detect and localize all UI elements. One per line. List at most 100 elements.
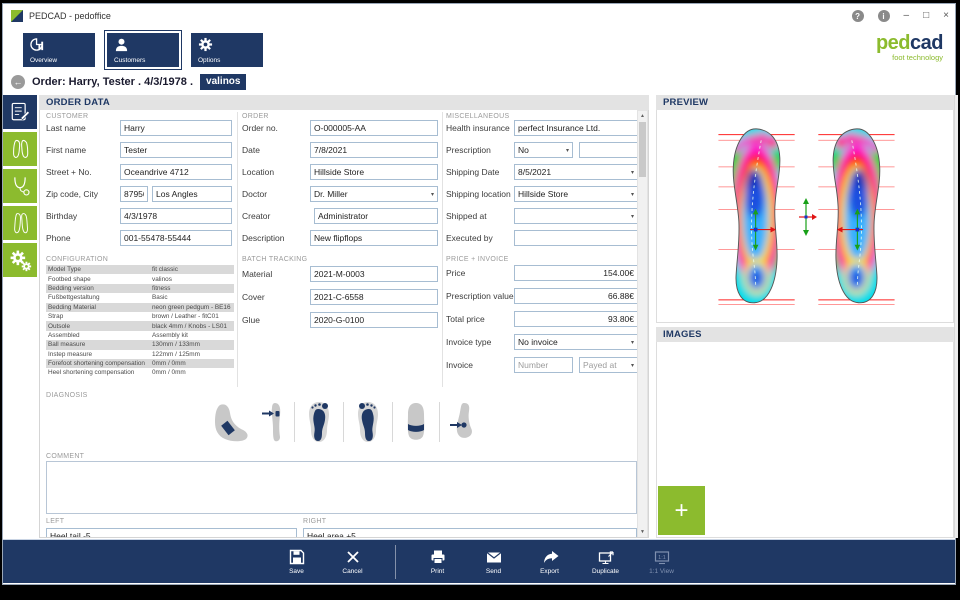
batch-glue-input[interactable] [310, 312, 438, 328]
foot-side-pictogram[interactable] [210, 400, 252, 444]
chevron-down-icon: ▾ [565, 147, 569, 154]
order-scrollbar[interactable]: ▲ ▼ [637, 110, 648, 537]
one-to-one-view-button[interactable]: 1:1 1:1 View [642, 548, 682, 575]
minimize-button[interactable]: – [904, 11, 910, 21]
save-button[interactable]: Save [277, 548, 317, 575]
nav-overview[interactable]: Overview [20, 30, 98, 70]
left-adjustment-input[interactable] [46, 528, 297, 537]
close-button[interactable]: × [943, 11, 949, 21]
footprint-left-pictogram[interactable] [301, 400, 337, 444]
field-label: Material [242, 269, 273, 279]
invoice-type-select[interactable]: No invoice ▾ [514, 334, 638, 350]
nav-customers[interactable]: Customers [104, 30, 182, 70]
comment-textarea[interactable] [46, 461, 637, 514]
sidebar-item-order-data[interactable] [3, 95, 37, 129]
print-button[interactable]: Print [418, 548, 458, 575]
config-row: Outsole black 4mm / Knobs - LS01 [46, 321, 234, 331]
city-input[interactable] [152, 186, 232, 202]
field-label: Total price [446, 314, 485, 324]
shipping-location-select[interactable]: Hillside Store ▾ [514, 186, 638, 202]
field-label: Description [242, 233, 285, 243]
right-adjustment-input[interactable] [303, 528, 637, 537]
maximize-button[interactable]: □ [923, 11, 929, 21]
prescription-extra-input[interactable] [579, 142, 638, 158]
prescription-select[interactable]: No ▾ [514, 142, 573, 158]
sidebar-item-diagnosis[interactable] [3, 169, 37, 203]
nav-label: Customers [114, 57, 146, 64]
prescription-value-input[interactable] [514, 288, 638, 304]
field-label: Glue [242, 315, 260, 325]
stethoscope-icon [14, 177, 30, 196]
sidebar-item-settings[interactable] [3, 243, 37, 277]
foot-top-pictogram[interactable] [399, 400, 433, 444]
field-label: Phone [46, 233, 71, 243]
location-input[interactable] [310, 164, 438, 180]
sidebar-item-insoles[interactable] [3, 206, 37, 240]
chart-icon [30, 38, 44, 51]
birthday-input[interactable] [120, 208, 232, 224]
scroll-down-icon[interactable]: ▼ [638, 529, 647, 535]
nav-label: Options [198, 57, 221, 64]
left-heading: LEFT [46, 518, 65, 525]
doctor-select[interactable]: Dr. Miller ▾ [310, 186, 438, 202]
total-price-input[interactable] [514, 311, 638, 327]
preview-body [656, 110, 954, 323]
app-icon [11, 10, 23, 22]
chevron-down-icon: ▾ [630, 339, 634, 346]
creator-input[interactable] [314, 208, 438, 224]
config-row: Ball measure 130mm / 133mm [46, 340, 234, 350]
insurance-input[interactable] [514, 120, 638, 136]
order-date-input[interactable] [310, 142, 438, 158]
diagnosis-pictograms [210, 400, 480, 444]
field-label: Last name [46, 123, 86, 133]
order-data-panel: ORDER DATA CUSTOMER Last name First name… [39, 95, 649, 538]
leg-front-pictogram[interactable] [258, 400, 288, 444]
cancel-button[interactable]: Cancel [333, 548, 373, 575]
invoice-number-input[interactable] [514, 357, 573, 373]
street-input[interactable] [120, 164, 232, 180]
nav-label: Overview [30, 57, 58, 64]
last-name-input[interactable] [120, 120, 232, 136]
batch-cover-input[interactable] [310, 289, 438, 305]
footprint-right-pictogram[interactable] [350, 400, 386, 444]
configuration-table: Model Type fit classic Footbed shape valin… [46, 265, 234, 378]
field-label: Invoice [446, 360, 473, 370]
field-label: Shipping Date [446, 167, 500, 177]
duplicate-button[interactable]: Duplicate [586, 548, 626, 575]
add-image-button[interactable]: + [658, 486, 705, 535]
preview-panel: PREVIEW [656, 95, 954, 323]
monitor-1to1-icon: 1:1 [654, 551, 669, 565]
insoles-icon [14, 213, 28, 234]
field-label: Shipped at [446, 211, 487, 221]
help-icon[interactable]: ? [851, 10, 864, 22]
right-scrollbar-track[interactable] [954, 95, 958, 538]
export-button[interactable]: Export [530, 548, 570, 575]
info-icon[interactable]: i [877, 10, 890, 22]
shipped-at-select[interactable]: ▾ [514, 208, 638, 224]
shipping-date-select[interactable]: 8/5/2021 ▾ [514, 164, 638, 180]
config-row: Instep measure 122mm / 125mm [48, 350, 200, 358]
first-name-input[interactable] [120, 142, 232, 158]
order-no-input[interactable] [310, 120, 438, 136]
phone-input[interactable] [120, 230, 232, 246]
executed-by-input[interactable] [514, 230, 638, 246]
send-button[interactable]: Send [474, 548, 514, 575]
envelope-icon [486, 552, 501, 563]
field-label: Prescription [446, 145, 491, 155]
description-input[interactable] [310, 230, 438, 246]
field-label: Invoice type [446, 337, 492, 347]
config-row: Bedding Material neon green pedgum - BE16 [46, 302, 234, 312]
sidebar-item-feet[interactable] [3, 132, 37, 166]
back-arrow-icon[interactable]: ← [11, 75, 25, 89]
payed-at-select[interactable]: Payed at ▾ [579, 357, 638, 373]
nav-options[interactable]: Options [188, 30, 266, 70]
logo-ped: ped [875, 32, 911, 54]
price-input[interactable] [514, 265, 638, 281]
scroll-up-icon[interactable]: ▲ [638, 113, 647, 119]
field-label: Executed by [446, 233, 493, 243]
ankle-side-pictogram[interactable] [446, 400, 480, 444]
order-data-body: CUSTOMER Last name First name Street + N… [39, 110, 649, 538]
batch-material-input[interactable] [310, 266, 438, 282]
foot-pressure-preview[interactable] [657, 110, 953, 321]
zip-input[interactable] [120, 186, 148, 202]
